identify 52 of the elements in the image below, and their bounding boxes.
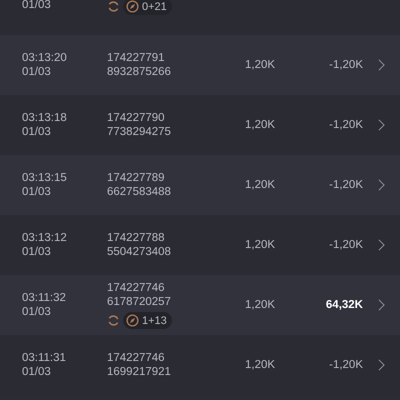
stake-text: 1,20K (245, 299, 276, 311)
history-row[interactable]: 03:13:20 01/03 174227791 8932875266 1,20K -1,20K (0, 35, 400, 95)
result-text: -1,20K (329, 238, 363, 252)
id-text: 8932875266 (107, 65, 172, 79)
id-text: 1699217921 (107, 365, 172, 379)
id-text: 174227791 (107, 51, 166, 65)
compass-icon (126, 0, 139, 13)
date-text: 01/03 (22, 305, 52, 319)
result-text: -1,20K (329, 58, 363, 72)
chevron-right-icon (378, 239, 385, 251)
id-text: 174227790 (107, 111, 166, 125)
result-text: -1,20K (329, 358, 363, 372)
id-text: 174227789 (107, 171, 166, 185)
stake-text: 1,20K (245, 119, 276, 131)
date-text: 01/03 (22, 0, 52, 12)
chevron-right-icon (378, 59, 385, 71)
id-text: 5504273408 (107, 245, 172, 259)
time-text: 03:13:15 (22, 171, 68, 185)
time-text: 03:13:20 (22, 51, 68, 65)
id-text: 6627583488 (107, 185, 172, 199)
id-text: 174227788 (107, 231, 166, 245)
time-text: 03:13:18 (22, 111, 68, 125)
id-text: 6178720257 (107, 295, 172, 309)
history-row[interactable]: 03:11:32 01/03 174227746 6178720257 1+13 1,20K 64,32K (0, 275, 400, 335)
stake-text: 1,20K (245, 359, 276, 371)
chevron-right-icon (378, 119, 385, 131)
result-text: 64,32K (326, 298, 363, 312)
stake-text: 1,20K (245, 239, 276, 251)
refresh-icon (107, 0, 120, 13)
date-text: 01/03 (22, 125, 52, 139)
refresh-icon (107, 314, 120, 327)
chevron-right-icon (378, 359, 385, 371)
time-text: 03:11:31 (22, 351, 67, 365)
id-text: 7738294275 (107, 125, 172, 139)
date-text: 01/03 (22, 365, 52, 379)
id-text: 174227746 (107, 281, 166, 295)
history-row[interactable]: 03:13:15 01/03 174227789 6627583488 1,20K -1,20K (0, 155, 400, 215)
result-text: -1,20K (329, 118, 363, 132)
result-text: -1,20K (329, 178, 363, 192)
stake-text: 1,20K (245, 59, 276, 71)
time-text: 03:13:12 (22, 231, 68, 245)
compass-icon (126, 314, 139, 327)
chevron-right-icon (378, 179, 385, 191)
date-text: 01/03 (22, 65, 52, 79)
time-text: 03:11:32 (22, 291, 67, 305)
bonus-badge: 0+21 (123, 0, 172, 15)
date-text: 01/03 (22, 245, 52, 259)
id-text: 174227746 (107, 351, 166, 365)
stake-text: 1,20K (245, 179, 276, 191)
chevron-right-icon (378, 299, 385, 311)
bonus-badge: 1+13 (123, 312, 172, 329)
date-text: 01/03 (22, 185, 52, 199)
